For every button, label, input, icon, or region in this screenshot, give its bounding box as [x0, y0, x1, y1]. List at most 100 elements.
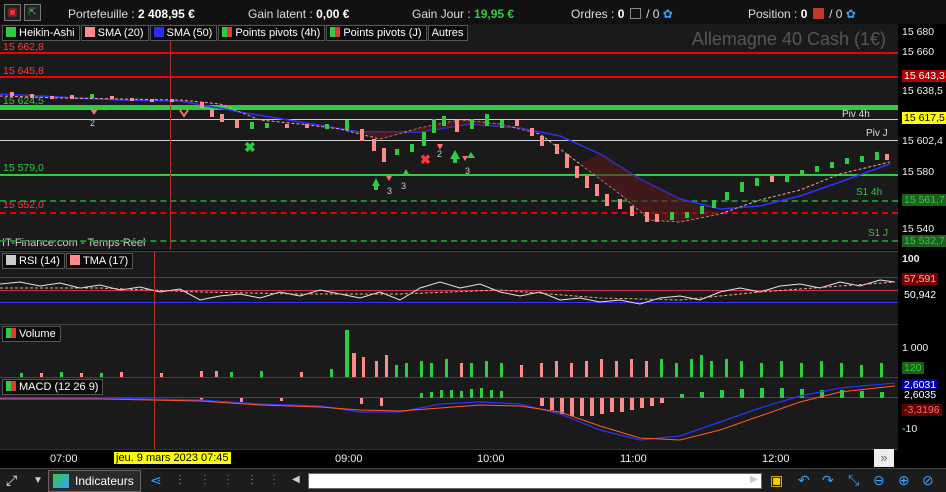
rsi-panel[interactable]: RSI (14) TMA (17): [0, 251, 898, 324]
candle: [830, 162, 834, 168]
pivots-4h-icon: [222, 27, 233, 37]
zoom-reset-icon[interactable]: ⊘: [922, 472, 934, 489]
candle: [595, 184, 599, 196]
cursor-time-label: jeu. 9 mars 2023 07:45: [114, 452, 231, 464]
cursor-vertical-line: [154, 325, 155, 377]
tab-sma-20[interactable]: SMA (20): [80, 25, 149, 41]
buy-arrow-icon: [372, 178, 380, 190]
candle: [470, 119, 474, 129]
rsi-series-svg: [0, 279, 896, 305]
tab-pivots-day[interactable]: Points pivots (J): [326, 25, 427, 41]
axis-tick: 15 540: [902, 223, 935, 235]
position-total: / 0: [829, 7, 843, 21]
tab-rsi[interactable]: RSI (14): [2, 253, 65, 269]
volume-panel[interactable]: Volume: [0, 324, 898, 377]
candle: [442, 116, 446, 126]
detach-chart-icon[interactable]: ⇱: [24, 4, 41, 21]
tab-others[interactable]: Autres: [427, 25, 469, 41]
candle: [235, 120, 239, 128]
candle: [530, 128, 534, 136]
volume-tabs: Volume: [2, 326, 62, 342]
fit-icon[interactable]: ⤡: [848, 472, 859, 489]
price-axis[interactable]: 15 680 15 660 15 643,3 15 638,5 15 617,5…: [898, 24, 946, 250]
candle: [422, 132, 426, 146]
time-tick: 11:00: [620, 453, 647, 465]
redo-icon[interactable]: ↷: [822, 472, 834, 489]
position-value: 0: [800, 7, 808, 21]
macd-series-svg: [0, 382, 896, 441]
candle: [845, 158, 849, 164]
position-settings-icon[interactable]: ✿: [846, 7, 856, 21]
candle: [860, 156, 864, 162]
axis-tick: 1 000: [902, 342, 929, 354]
price-chart[interactable]: Heikin-Ashi SMA (20) SMA (50) Points piv…: [0, 24, 898, 250]
candle: [345, 120, 349, 130]
tab-tma[interactable]: TMA (17): [65, 253, 134, 269]
day-gain-label: Gain Jour :: [412, 7, 471, 21]
candle: [150, 99, 154, 102]
orders-stat: Ordres : 0 / 0 ✿: [571, 7, 673, 21]
position-close-icon[interactable]: [812, 8, 824, 19]
candles-type-icon[interactable]: ⫶: [203, 472, 207, 489]
price-tag-s1-4h: 15 561,7: [902, 194, 946, 206]
macd-axis: 2,6031 2,6035 -3,3196 -10: [898, 377, 946, 449]
candle: [130, 98, 134, 101]
candle: [360, 129, 364, 141]
price-tag-s1-day: 15 532,7: [902, 235, 946, 247]
heikin-type-icon[interactable]: ⫶: [226, 472, 230, 489]
undo-icon[interactable]: ↶: [798, 472, 810, 489]
orders-checkbox-icon[interactable]: [629, 8, 641, 19]
axis-tick: 15 638,5: [902, 85, 943, 97]
current-price-tag: 15 617,5: [902, 112, 946, 124]
sma20-icon: [84, 27, 95, 37]
candle: [575, 166, 579, 178]
candle: [785, 174, 789, 182]
orders-total: / 0: [646, 7, 660, 21]
bars-type-icon[interactable]: ⫶: [250, 472, 254, 489]
candle: [265, 123, 269, 128]
candle: [655, 214, 659, 222]
candle: [875, 152, 879, 160]
tab-macd[interactable]: MACD (12 26 9): [2, 379, 104, 395]
tma-value-tag: 57,591: [902, 273, 939, 285]
sell-cross-icon: ✖: [420, 152, 431, 167]
axis-tick: -10: [902, 423, 918, 435]
lock-icon[interactable]: ▣: [770, 472, 783, 489]
position-stat: Position : 0 / 0 ✿: [748, 7, 856, 21]
candle: [325, 124, 329, 129]
scroll-left-icon[interactable]: ◀: [292, 474, 300, 485]
orders-settings-icon[interactable]: ✿: [663, 7, 673, 21]
time-scrollbar[interactable]: [308, 473, 762, 489]
candle: [210, 109, 214, 117]
zoom-out-icon[interactable]: ⊖: [873, 472, 885, 489]
scroll-right-icon[interactable]: »: [874, 449, 894, 467]
candle: [585, 176, 589, 188]
tab-sma-50[interactable]: SMA (50): [149, 25, 218, 41]
sell-arrow-icon: [462, 156, 468, 161]
trade-signals: ✖ ✖: [90, 109, 475, 190]
day-gain-stat: Gain Jour : 19,95 €: [412, 7, 514, 21]
close-chart-icon[interactable]: ▣: [4, 4, 21, 21]
zoom-in-icon[interactable]: ⊕: [898, 472, 910, 489]
indicators-label: Indicateurs: [75, 474, 134, 488]
share-icon[interactable]: ⋖: [150, 472, 162, 489]
candles-icon: [6, 27, 16, 37]
indicators-button[interactable]: Indicateurs: [48, 470, 141, 492]
rsi-icon: [6, 255, 16, 265]
portfolio-label: Portefeuille :: [68, 7, 135, 21]
candle: [432, 119, 436, 133]
tab-pivots-4h[interactable]: Points pivots (4h): [218, 25, 326, 41]
tab-volume[interactable]: Volume: [2, 326, 61, 342]
macd-panel[interactable]: MACD (12 26 9): [0, 377, 898, 450]
line-type-icon[interactable]: ⫶: [272, 472, 276, 489]
candle: [815, 166, 819, 172]
dropdown-chevron-icon[interactable]: ▼: [33, 475, 43, 486]
heikin-ashi-candles: [10, 92, 889, 222]
draw-tool-icon[interactable]: ⤢: [6, 472, 17, 489]
sell-chevron-icon: [179, 109, 189, 118]
scroll-right-arrow-icon[interactable]: ▶: [750, 474, 758, 485]
time-axis[interactable]: 07:00 jeu. 9 mars 2023 07:45 09:00 10:00…: [0, 449, 898, 468]
tab-heikin-ashi[interactable]: Heikin-Ashi: [2, 25, 80, 41]
candle: [565, 154, 569, 168]
chart-type-icon[interactable]: ⫶: [178, 472, 182, 489]
